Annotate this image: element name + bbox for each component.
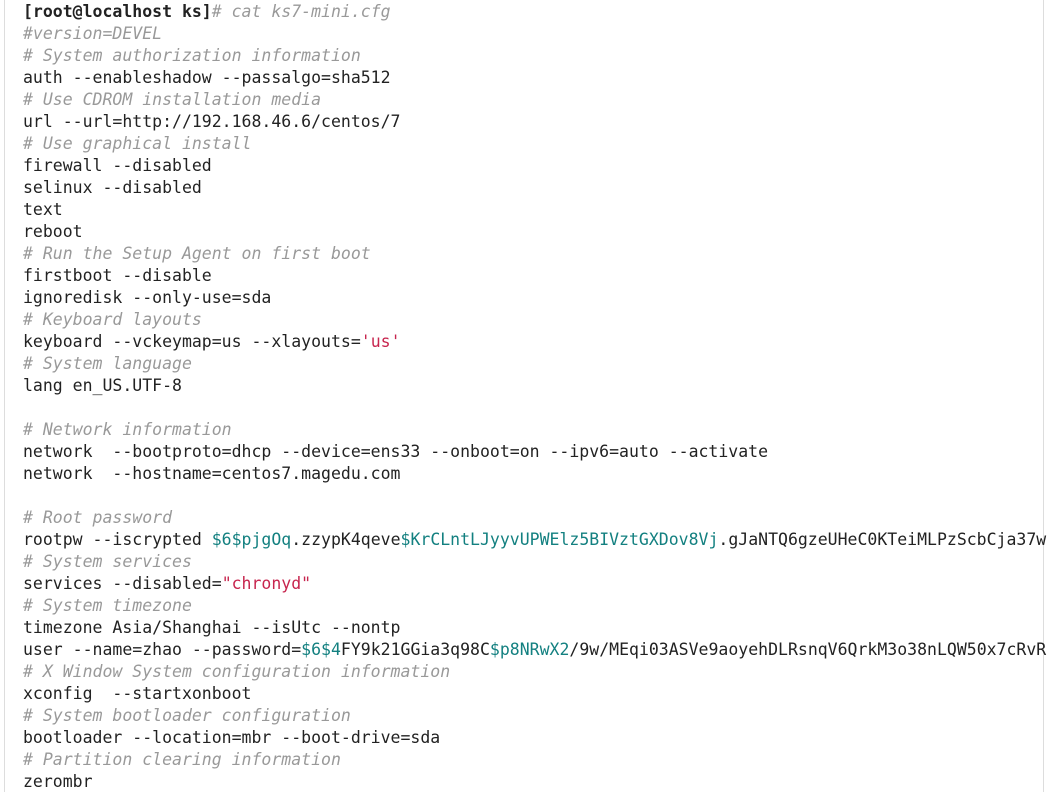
code-text: xconfig --startxonboot <box>23 684 252 703</box>
terminal-line: # System bootloader configuration <box>23 705 1046 727</box>
code-text: reboot <box>23 222 83 241</box>
comment-text: # Root password <box>23 508 173 527</box>
terminal-line: #version=DEVEL <box>23 23 1046 45</box>
terminal-line: ignoredisk --only-use=sda <box>23 287 1046 309</box>
terminal-line: # System authorization information <box>23 45 1046 67</box>
terminal-line: # Root password <box>23 507 1046 529</box>
code-text: .zzypK4qeve <box>291 530 401 549</box>
code-text: text <box>23 200 63 219</box>
terminal-line: rootpw --iscrypted $6$pjgOq.zzypK4qeve$K… <box>23 529 1046 551</box>
code-text: network --hostname=centos7.magedu.com <box>23 464 401 483</box>
terminal-line: # System services <box>23 551 1046 573</box>
code-text: keyboard --vckeymap=us --xlayouts= <box>23 332 361 351</box>
code-text: lang en_US.UTF-8 <box>23 376 182 395</box>
terminal-line: # Run the Setup Agent on first boot <box>23 243 1046 265</box>
comment-text: # System services <box>23 552 192 571</box>
terminal-line: zerombr <box>23 771 1046 793</box>
comment-text: # System timezone <box>23 596 192 615</box>
code-text: zerombr <box>23 772 93 791</box>
terminal-line: reboot <box>23 221 1046 243</box>
string-literal: 'us' <box>360 332 401 351</box>
terminal-line: firewall --disabled <box>23 155 1046 177</box>
terminal-line: # Partition clearing information <box>23 749 1046 771</box>
terminal-line: keyboard --vckeymap=us --xlayouts='us' <box>23 331 1046 353</box>
terminal-line: user --name=zhao --password=$6$4FY9k21GG… <box>23 639 1046 661</box>
code-text: firewall --disabled <box>23 156 212 175</box>
terminal-line: text <box>23 199 1046 221</box>
code-text: FY9k21GGia3q98C <box>340 640 490 659</box>
terminal-line: xconfig --startxonboot <box>23 683 1046 705</box>
terminal-line: selinux --disabled <box>23 177 1046 199</box>
comment-text: # Run the Setup Agent on first boot <box>23 244 371 263</box>
terminal-line: firstboot --disable <box>23 265 1046 287</box>
comment-text: # Use CDROM installation media <box>23 90 322 109</box>
comment-text: # Keyboard layouts <box>23 310 202 329</box>
terminal-line: # Use graphical install <box>23 133 1046 155</box>
terminal-line: [root@localhost ks]# cat ks7-mini.cfg <box>23 1 1046 23</box>
terminal-line: network --hostname=centos7.magedu.com <box>23 463 1046 485</box>
code-text: ignoredisk --only-use=sda <box>23 288 272 307</box>
code-text: .gJaNTQ6gzeUHeC0KTeiMLPzScbCja37w <box>718 530 1047 549</box>
comment-text: # System authorization information <box>23 46 361 65</box>
code-text: url --url=http://192.168.46.6/centos/7 <box>23 112 401 131</box>
terminal-line: # X Window System configuration informat… <box>23 661 1046 683</box>
code-text: user --name=zhao --password= <box>23 640 302 659</box>
terminal-line: # System timezone <box>23 595 1046 617</box>
terminal-output: [root@localhost ks]# cat ks7-mini.cfg #ve… <box>23 1 1046 793</box>
hash-segment: $6$pjgOq <box>211 530 292 549</box>
code-text: network --bootproto=dhcp --device=ens33 … <box>23 442 769 461</box>
code-text: /9w/MEqi03ASVe9aoyehDLRsnqV6QrkM3o38nLQW… <box>569 640 1047 659</box>
hash-segment: $p8NRwX2 <box>489 640 570 659</box>
comment-text: # System bootloader configuration <box>23 706 351 725</box>
terminal-line: # Keyboard layouts <box>23 309 1046 331</box>
code-text: services --disabled= <box>23 574 222 593</box>
code-text: auth --enableshadow --passalgo=sha512 <box>23 68 391 87</box>
terminal-line: # Use CDROM installation media <box>23 89 1046 111</box>
terminal-line: # Network information <box>23 419 1046 441</box>
terminal-line: timezone Asia/Shanghai --isUtc --nontp <box>23 617 1046 639</box>
terminal-line: # System language <box>23 353 1046 375</box>
code-text: selinux --disabled <box>23 178 202 197</box>
terminal-line: url --url=http://192.168.46.6/centos/7 <box>23 111 1046 133</box>
hash-segment: $KrCLntLJyyvUPWElz5BIVztGXDov8Vj <box>400 530 719 549</box>
comment-text: # Network information <box>23 420 232 439</box>
code-text: rootpw --iscrypted <box>23 530 212 549</box>
code-text: firstboot --disable <box>23 266 212 285</box>
comment-text: # System language <box>23 354 192 373</box>
comment-text: # X Window System configuration informat… <box>23 662 451 681</box>
comment-text: # Partition clearing information <box>23 750 341 769</box>
comment-text: # cat ks7-mini.cfg <box>211 2 391 21</box>
terminal-line: auth --enableshadow --passalgo=sha512 <box>23 67 1046 89</box>
terminal-line: bootloader --location=mbr --boot-drive=s… <box>23 727 1046 749</box>
terminal-line: lang en_US.UTF-8 <box>23 375 1046 397</box>
shell-prompt: [root@localhost ks] <box>23 2 212 21</box>
terminal-line: network --bootproto=dhcp --device=ens33 … <box>23 441 1046 463</box>
string-literal: "chronyd" <box>221 574 312 593</box>
code-text: timezone Asia/Shanghai --isUtc --nontp <box>23 618 401 637</box>
code-text: bootloader --location=mbr --boot-drive=s… <box>23 728 441 747</box>
terminal-line: services --disabled="chronyd" <box>23 573 1046 595</box>
comment-text: #version=DEVEL <box>23 24 163 43</box>
comment-text: # Use graphical install <box>23 134 252 153</box>
hash-segment: $6$4 <box>301 640 341 659</box>
